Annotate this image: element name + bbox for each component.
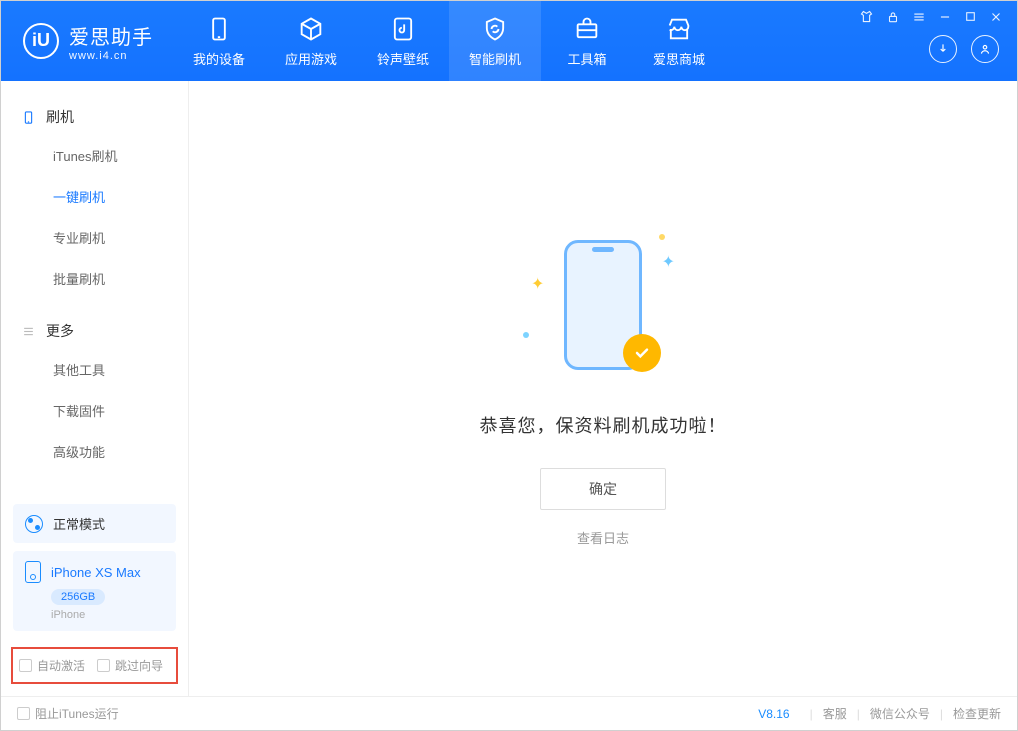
note-icon <box>389 15 417 43</box>
check-icon <box>623 334 661 372</box>
tab-ringtone[interactable]: 铃声壁纸 <box>357 1 449 81</box>
header-actions <box>929 35 999 63</box>
sidebar-item-pro[interactable]: 专业刷机 <box>1 217 188 258</box>
tab-toolbox[interactable]: 工具箱 <box>541 1 633 81</box>
success-message: 恭喜您，保资料刷机成功啦！ <box>480 412 727 438</box>
toolbox-icon <box>573 15 601 43</box>
cube-icon <box>297 15 325 43</box>
header: iU 爱思助手 www.i4.cn 我的设备 应用游戏 铃声壁纸 智能刷机 工具… <box>1 1 1017 81</box>
checkbox-skip-guide[interactable]: 跳过向导 <box>97 657 163 674</box>
checkbox-icon <box>19 659 32 672</box>
main-tabs: 我的设备 应用游戏 铃声壁纸 智能刷机 工具箱 爱思商城 <box>173 1 725 81</box>
maximize-icon[interactable] <box>964 10 977 27</box>
checkbox-icon <box>97 659 110 672</box>
device-type: iPhone <box>51 609 164 621</box>
section-title: 刷机 <box>46 107 74 127</box>
tab-label: 我的设备 <box>193 49 245 68</box>
app-name: 爱思助手 <box>69 21 153 50</box>
checkbox-label: 阻止iTunes运行 <box>35 705 119 722</box>
tab-label: 爱思商城 <box>653 49 705 68</box>
sidebar-item-firmware[interactable]: 下载固件 <box>1 390 188 431</box>
device-name: iPhone XS Max <box>51 565 141 580</box>
section-title: 更多 <box>46 321 74 341</box>
tab-label: 铃声壁纸 <box>377 49 429 68</box>
sidebar-item-other[interactable]: 其他工具 <box>1 349 188 390</box>
section-more[interactable]: 更多 <box>1 313 188 349</box>
menu-icon[interactable] <box>912 10 926 28</box>
tab-label: 工具箱 <box>567 49 606 68</box>
logo-icon: iU <box>23 23 59 59</box>
phone-icon <box>21 110 36 125</box>
mode-icon <box>25 515 43 533</box>
sidebar-item-batch[interactable]: 批量刷机 <box>1 258 188 299</box>
device-capacity: 256GB <box>51 589 105 605</box>
view-log-link[interactable]: 查看日志 <box>577 528 629 547</box>
update-link[interactable]: 检查更新 <box>953 705 1001 722</box>
mode-card[interactable]: 正常模式 <box>13 504 176 543</box>
mode-label: 正常模式 <box>53 514 105 533</box>
shirt-icon[interactable] <box>859 9 874 28</box>
device-phone-icon <box>25 561 41 583</box>
list-icon <box>21 324 36 339</box>
refresh-shield-icon <box>481 15 509 43</box>
tab-store[interactable]: 爱思商城 <box>633 1 725 81</box>
tab-apps[interactable]: 应用游戏 <box>265 1 357 81</box>
checkbox-label: 自动激活 <box>37 657 85 674</box>
sidebar-item-advanced[interactable]: 高级功能 <box>1 431 188 472</box>
wechat-link[interactable]: 微信公众号 <box>870 705 930 722</box>
ok-button[interactable]: 确定 <box>540 468 666 510</box>
user-button[interactable] <box>971 35 999 63</box>
tab-device[interactable]: 我的设备 <box>173 1 265 81</box>
minimize-icon[interactable] <box>938 10 952 28</box>
section-flash[interactable]: 刷机 <box>1 99 188 135</box>
tab-label: 智能刷机 <box>469 49 521 68</box>
checkbox-icon <box>17 707 30 720</box>
logo[interactable]: iU 爱思助手 www.i4.cn <box>1 21 173 62</box>
checkbox-auto-activate[interactable]: 自动激活 <box>19 657 85 674</box>
lock-icon[interactable] <box>886 10 900 28</box>
support-link[interactable]: 客服 <box>823 705 847 722</box>
phone-icon <box>205 15 233 43</box>
version-label: V8.16 <box>758 707 789 721</box>
device-card[interactable]: iPhone XS Max 256GB iPhone <box>13 551 176 631</box>
window-controls <box>859 9 1003 28</box>
sidebar-item-itunes[interactable]: iTunes刷机 <box>1 135 188 176</box>
store-icon <box>665 15 693 43</box>
footer: 阻止iTunes运行 V8.16 | 客服 | 微信公众号 | 检查更新 <box>1 696 1017 730</box>
sidebar-item-onekey[interactable]: 一键刷机 <box>1 176 188 217</box>
tab-flash[interactable]: 智能刷机 <box>449 1 541 81</box>
checkbox-label: 跳过向导 <box>115 657 163 674</box>
checkbox-block-itunes[interactable]: 阻止iTunes运行 <box>17 705 119 722</box>
sidebar: 刷机 iTunes刷机 一键刷机 专业刷机 批量刷机 更多 其他工具 下载固件 … <box>1 81 189 696</box>
app-url: www.i4.cn <box>69 50 153 62</box>
tab-label: 应用游戏 <box>285 49 337 68</box>
download-button[interactable] <box>929 35 957 63</box>
main-content: ✦ ✦ 恭喜您，保资料刷机成功啦！ 确定 查看日志 <box>189 81 1017 696</box>
options-highlight: 自动激活 跳过向导 <box>11 647 178 684</box>
success-illustration: ✦ ✦ <box>503 230 703 390</box>
close-icon[interactable] <box>989 10 1003 28</box>
